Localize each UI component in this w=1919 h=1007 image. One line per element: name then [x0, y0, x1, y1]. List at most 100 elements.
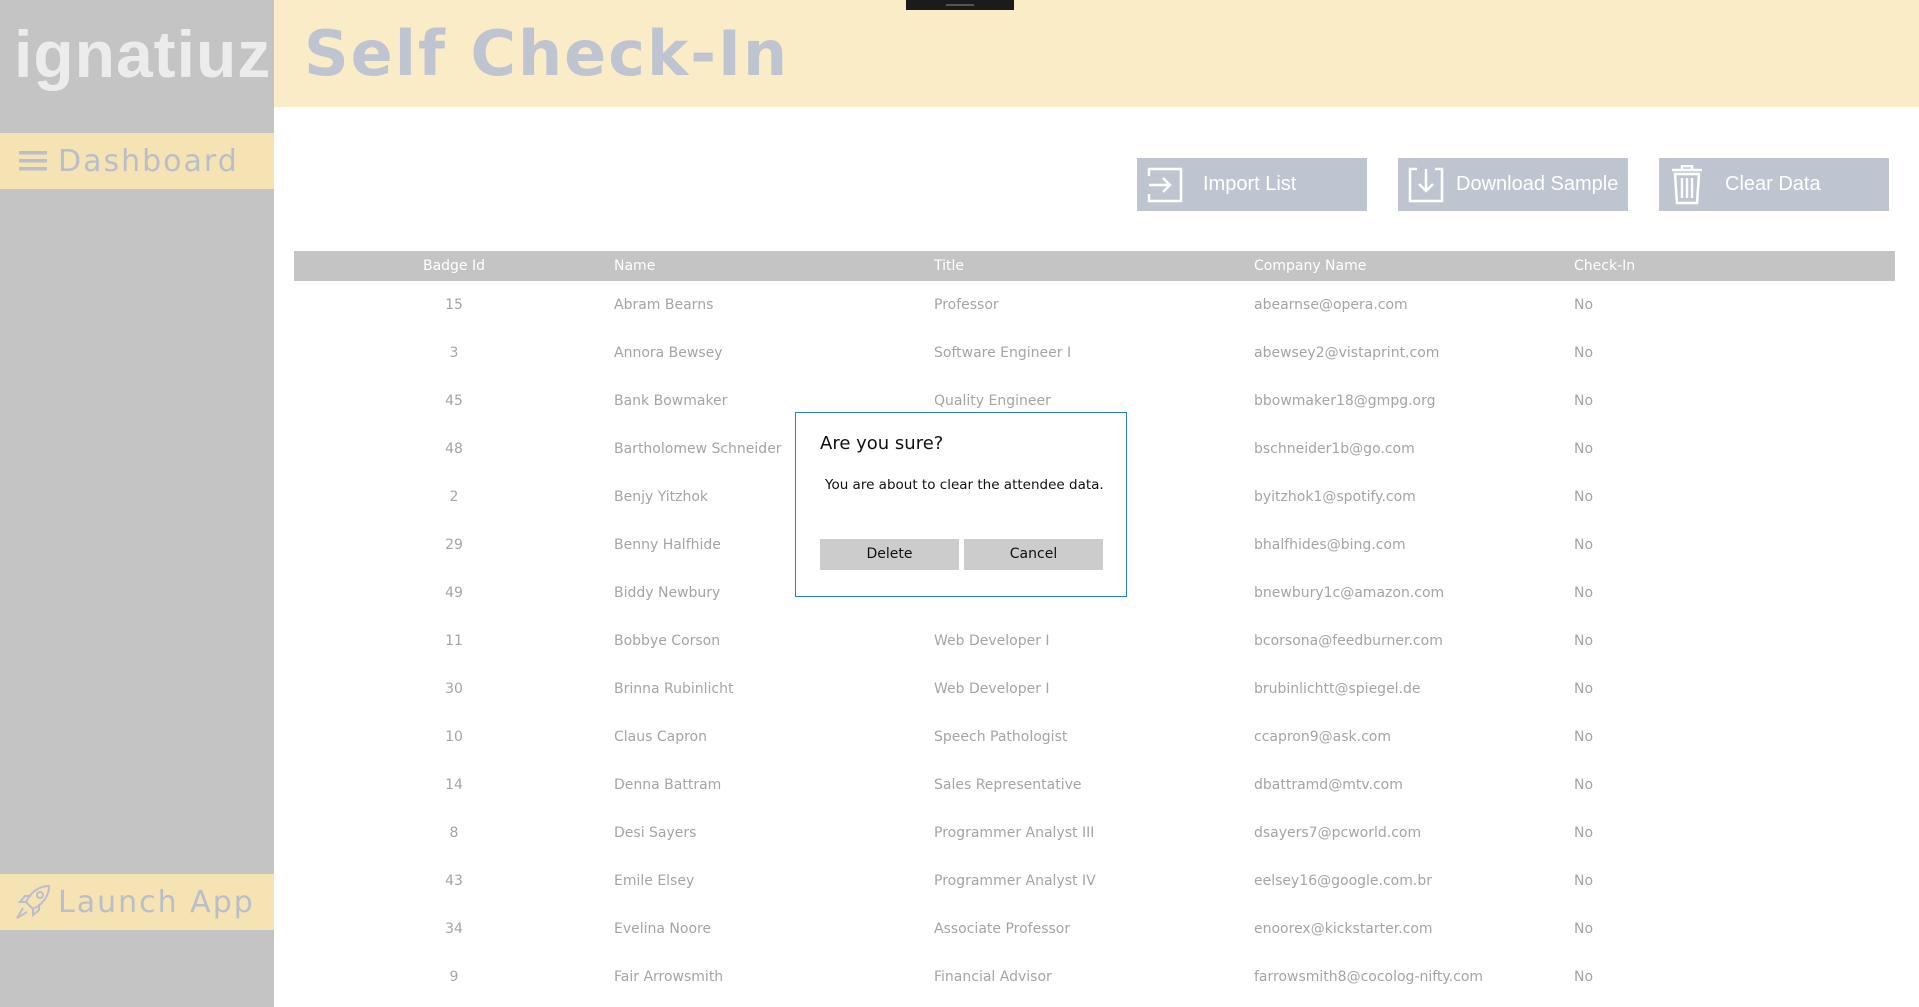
table-body: 15 Abram Bearns Professor abearnse@opera.co… — [294, 281, 1895, 1001]
app-logo: ignatiuz — [14, 17, 272, 91]
cell-name: Annora Bewsey — [614, 345, 723, 361]
cell-check-in: No — [1574, 729, 1594, 745]
table-row[interactable]: 8 Desi Sayers Programmer Analyst III dsayer… — [294, 809, 1895, 857]
cell-title: Speech Pathologist — [934, 729, 1068, 745]
clear-data-label: Clear Data — [1725, 173, 1821, 195]
table-row[interactable]: 10 Claus Capron Speech Pathologist ccapron9… — [294, 713, 1895, 761]
cell-check-in: No — [1574, 969, 1594, 985]
cell-badge-id: 15 — [445, 297, 463, 313]
cell-badge-id: 30 — [445, 681, 463, 697]
table-row[interactable]: 3 Annora Bewsey Software Engineer I abewsey… — [294, 329, 1895, 377]
cell-title: Web Developer I — [934, 633, 1050, 649]
rocket-icon — [12, 881, 54, 923]
cell-name: Benny Halfhide — [614, 537, 721, 553]
dialog-message: You are about to clear the attendee data… — [825, 477, 1104, 493]
cell-badge-id: 10 — [445, 729, 463, 745]
cell-name: Evelina Noore — [614, 921, 712, 937]
table-row[interactable]: 43 Emile Elsey Programmer Analyst IV eelsey… — [294, 857, 1895, 905]
cell-check-in: No — [1574, 585, 1594, 601]
sidebar-item-label: Launch App — [58, 884, 255, 920]
cell-check-in: No — [1574, 441, 1594, 457]
cell-check-in: No — [1574, 921, 1594, 937]
page-header: Self Check-In — [274, 0, 1919, 107]
sidebar-item-launch-app[interactable]: Launch App — [0, 874, 274, 930]
clear-data-button[interactable]: Clear Data — [1659, 158, 1889, 211]
trash-icon — [1667, 164, 1707, 205]
page-title: Self Check-In — [304, 17, 790, 90]
cell-company: abewsey2@vistaprint.com — [1254, 345, 1440, 361]
cell-name: Biddy Newbury — [614, 585, 721, 601]
cell-name: Desi Sayers — [614, 825, 697, 841]
cell-check-in: No — [1574, 393, 1594, 409]
cancel-button[interactable]: Cancel — [964, 539, 1103, 570]
column-header-name[interactable]: Name — [614, 251, 655, 281]
table-row[interactable]: 34 Evelina Noore Associate Professor enoore… — [294, 905, 1895, 953]
cell-name: Bank Bowmaker — [614, 393, 728, 409]
table-row[interactable]: 11 Bobbye Corson Web Developer I bcorsona@f… — [294, 617, 1895, 665]
cell-name: Bartholomew Schneider — [614, 441, 782, 457]
cell-badge-id: 14 — [445, 777, 463, 793]
cell-name: Brinna Rubinlicht — [614, 681, 734, 697]
cell-name: Bobbye Corson — [614, 633, 721, 649]
cell-name: Benjy Yitzhok — [614, 489, 709, 505]
delete-button[interactable]: Delete — [820, 539, 959, 570]
cell-badge-id: 34 — [445, 921, 463, 937]
cell-company: dsayers7@pcworld.com — [1254, 825, 1422, 841]
table-row[interactable]: 15 Abram Bearns Professor abearnse@opera.co… — [294, 281, 1895, 329]
cell-title: Sales Representative — [934, 777, 1082, 793]
cell-badge-id: 49 — [445, 585, 463, 601]
import-list-label: Import List — [1203, 173, 1297, 195]
cell-company: bhalfhides@bing.com — [1254, 537, 1406, 553]
column-header-check-in[interactable]: Check-In — [1574, 251, 1635, 281]
import-list-button[interactable]: Import List — [1137, 158, 1367, 211]
cell-title: Professor — [934, 297, 999, 313]
cell-title: Software Engineer I — [934, 345, 1072, 361]
hamburger-icon — [12, 140, 54, 182]
import-arrow-icon — [1145, 165, 1185, 205]
cell-check-in: No — [1574, 345, 1594, 361]
cell-check-in: No — [1574, 873, 1594, 889]
window-drag-handle[interactable] — [906, 0, 1014, 10]
cell-badge-id: 48 — [445, 441, 463, 457]
sidebar-item-label: Dashboard — [58, 143, 239, 179]
cell-company: brubinlichtt@spiegel.de — [1254, 681, 1421, 697]
cell-company: farrowsmith8@cocolog-nifty.com — [1254, 969, 1484, 985]
cell-company: abearnse@opera.com — [1254, 297, 1408, 313]
cell-badge-id: 43 — [445, 873, 463, 889]
confirm-dialog: Are you sure? You are about to clear the… — [795, 412, 1127, 597]
cell-name: Abram Bearns — [614, 297, 714, 313]
column-header-badge-id[interactable]: Badge Id — [294, 251, 614, 281]
column-header-company[interactable]: Company Name — [1254, 251, 1366, 281]
dialog-title: Are you sure? — [820, 433, 944, 454]
cell-name: Denna Battram — [614, 777, 722, 793]
cell-title: Programmer Analyst III — [934, 825, 1095, 841]
cell-name: Fair Arrowsmith — [614, 969, 724, 985]
cell-check-in: No — [1574, 537, 1594, 553]
sidebar-item-dashboard[interactable]: Dashboard — [0, 133, 274, 189]
table-row[interactable]: 14 Denna Battram Sales Representative dbatt… — [294, 761, 1895, 809]
table-row[interactable]: 9 Fair Arrowsmith Financial Advisor farrows… — [294, 953, 1895, 1001]
cell-badge-id: 45 — [445, 393, 463, 409]
cell-badge-id: 2 — [449, 489, 459, 505]
download-sample-button[interactable]: Download Sample — [1398, 158, 1628, 211]
cell-company: bbowmaker18@gmpg.org — [1254, 393, 1436, 409]
cell-name: Claus Capron — [614, 729, 707, 745]
table-header: Badge Id Name Title Company Name Check-I… — [294, 251, 1895, 281]
cell-badge-id: 29 — [445, 537, 463, 553]
column-header-title[interactable]: Title — [934, 251, 964, 281]
download-sample-label: Download Sample — [1456, 173, 1619, 195]
cell-check-in: No — [1574, 777, 1594, 793]
cell-title: Associate Professor — [934, 921, 1071, 937]
cell-title: Financial Advisor — [934, 969, 1052, 985]
sidebar: ignatiuz Dashboard Launch App — [0, 0, 274, 1007]
cell-company: eelsey16@google.com.br — [1254, 873, 1432, 889]
cell-company: bschneider1b@go.com — [1254, 441, 1415, 457]
cell-badge-id: 3 — [449, 345, 459, 361]
cell-name: Emile Elsey — [614, 873, 695, 889]
cell-company: bcorsona@feedburner.com — [1254, 633, 1443, 649]
table-row[interactable]: 30 Brinna Rubinlicht Web Developer I brubin… — [294, 665, 1895, 713]
cell-company: bnewbury1c@amazon.com — [1254, 585, 1445, 601]
attendee-table: Badge Id Name Title Company Name Check-I… — [294, 251, 1895, 1001]
cell-check-in: No — [1574, 633, 1594, 649]
download-arrow-icon — [1406, 165, 1446, 205]
